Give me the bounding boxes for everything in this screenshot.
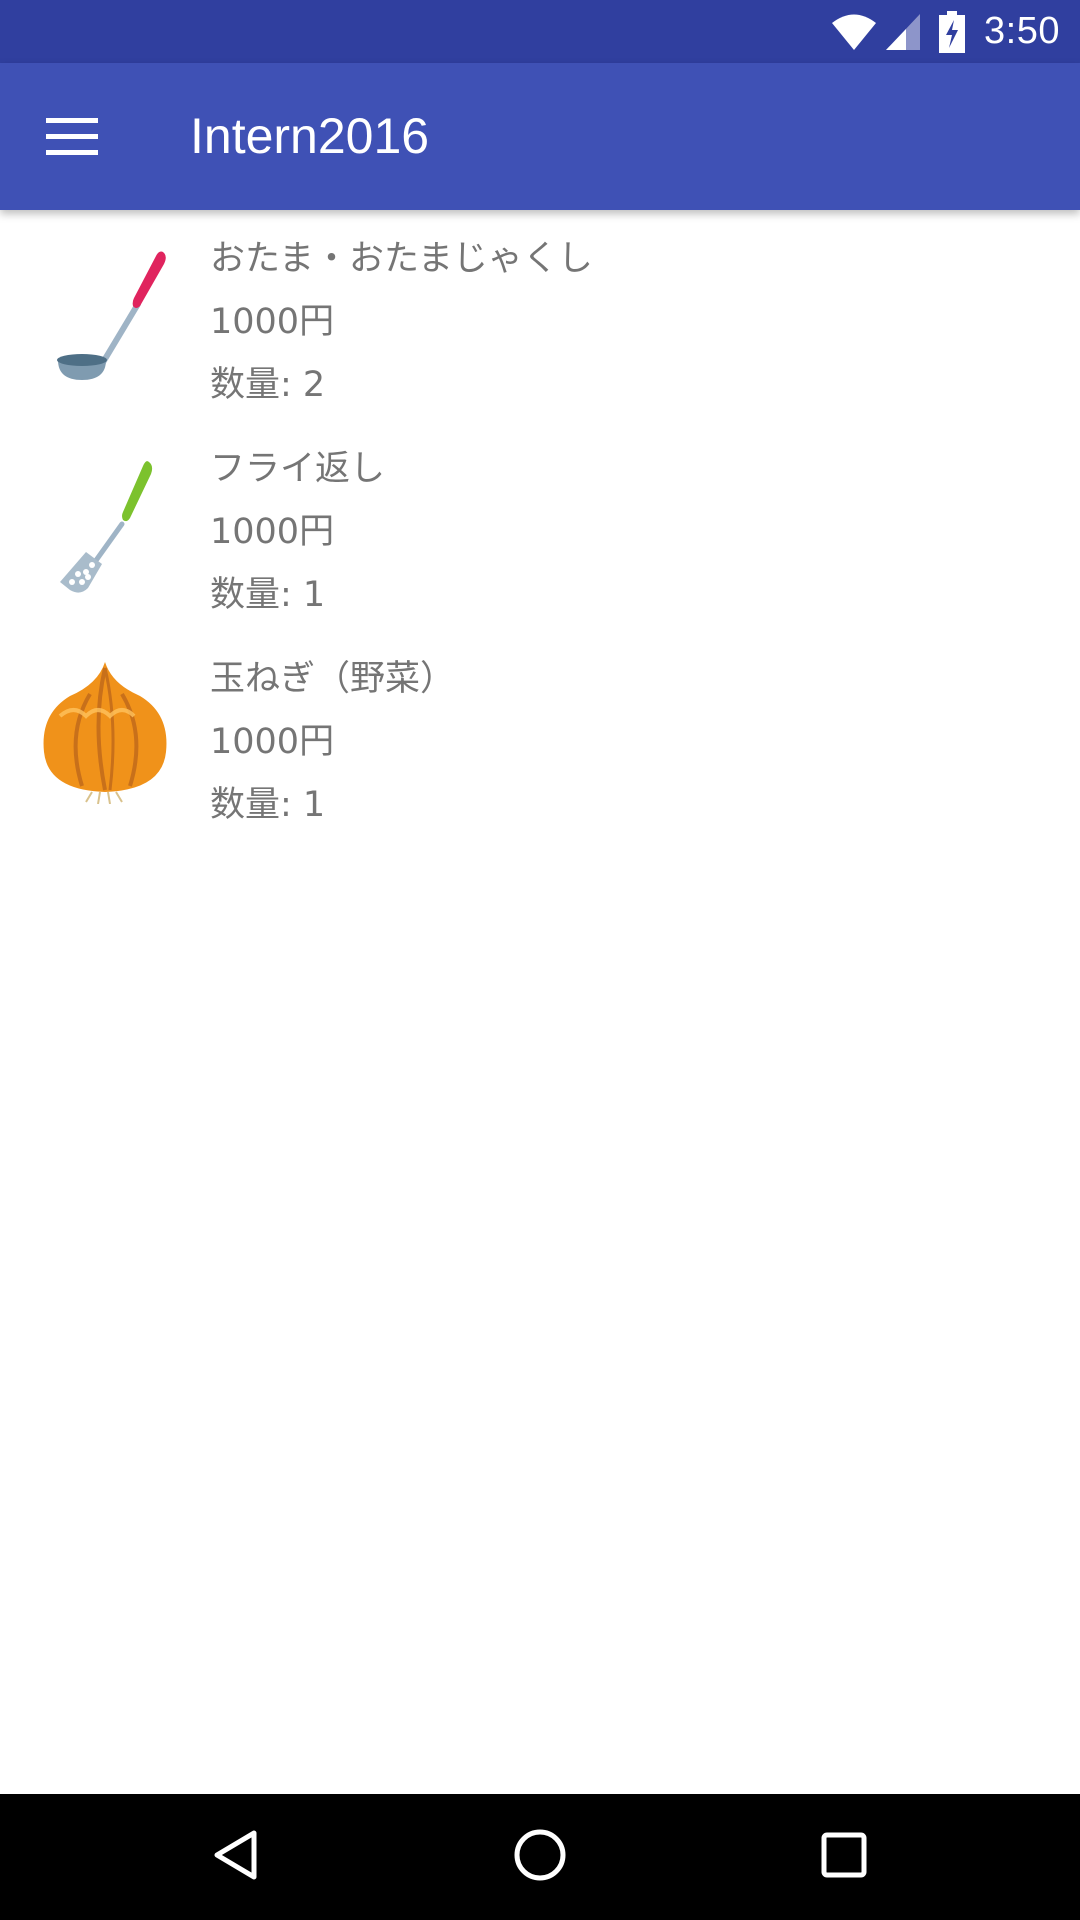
- item-name: 玉ねぎ（野菜）: [210, 659, 456, 699]
- item-image: [30, 444, 180, 594]
- item-quantity: 数量: 1: [210, 575, 326, 615]
- wifi-icon: [830, 12, 878, 52]
- status-bar: 3:50: [0, 0, 1080, 63]
- item-text: フライ返し 1000円 数量: 1: [210, 444, 385, 633]
- item-list: おたま・おたまじゃくし 1000円 数量: 2 フライ返し 1000円 数量: …: [0, 210, 1080, 1794]
- item-name: おたま・おたまじゃくし: [210, 239, 593, 279]
- home-icon: [513, 1828, 567, 1886]
- item-quantity: 数量: 1: [210, 785, 326, 825]
- hamburger-menu-icon: [46, 118, 98, 160]
- item-price: 1000円: [210, 302, 335, 342]
- item-price: 1000円: [210, 722, 335, 762]
- battery-charging-icon: [938, 10, 966, 53]
- list-item[interactable]: フライ返し 1000円 数量: 1: [0, 420, 1080, 630]
- app-title: Intern2016: [190, 108, 430, 164]
- item-price: 1000円: [210, 512, 335, 552]
- spatula-icon: [30, 444, 180, 594]
- home-button[interactable]: [480, 1794, 600, 1920]
- app-bar: Intern2016: [0, 63, 1080, 210]
- status-time: 3:50: [984, 10, 1060, 52]
- item-image: [30, 654, 180, 804]
- item-text: 玉ねぎ（野菜） 1000円 数量: 1: [210, 654, 455, 843]
- recents-button[interactable]: [784, 1794, 904, 1920]
- menu-button[interactable]: [32, 99, 112, 179]
- item-name: フライ返し: [210, 449, 386, 489]
- item-image: [30, 234, 180, 384]
- back-button[interactable]: [176, 1794, 296, 1920]
- back-icon: [212, 1829, 260, 1885]
- status-icons: 3:50: [830, 0, 1060, 63]
- list-item[interactable]: 玉ねぎ（野菜） 1000円 数量: 1: [0, 630, 1080, 840]
- cellular-signal-icon: [884, 12, 922, 52]
- list-item[interactable]: おたま・おたまじゃくし 1000円 数量: 2: [0, 210, 1080, 420]
- recents-icon: [820, 1831, 868, 1883]
- item-quantity: 数量: 2: [210, 365, 326, 405]
- item-text: おたま・おたまじゃくし 1000円 数量: 2: [210, 234, 593, 423]
- ladle-icon: [30, 234, 180, 384]
- onion-icon: [30, 654, 180, 804]
- navigation-bar: [0, 1794, 1080, 1920]
